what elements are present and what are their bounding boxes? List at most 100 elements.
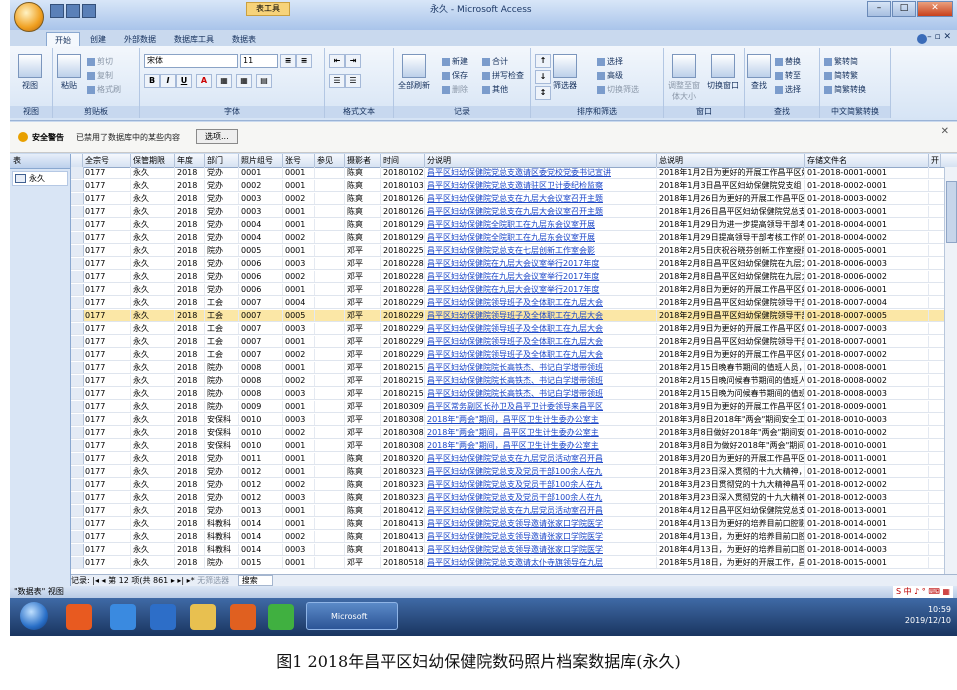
cell-group-no[interactable]: 0012	[239, 492, 283, 503]
cell-time[interactable]: 20180323	[381, 492, 425, 503]
cell-retention[interactable]: 永久	[131, 466, 175, 477]
cell-photo-no[interactable]: 0001	[283, 518, 315, 529]
taskbar-access-button[interactable]: Microsoft Acces...	[306, 602, 398, 630]
font-size-combo[interactable]: 11	[240, 54, 278, 68]
cell-fonds[interactable]: 0177	[83, 232, 131, 243]
search-field[interactable]: 搜索	[237, 575, 273, 586]
cell-overall-desc[interactable]: 2018年2月8日昌平区妇幼保健院在九层大	[657, 258, 805, 269]
table-row[interactable]: 0177 永久 2018 安保科 0010 0002 邓平 20180308 2018年"两会"…	[71, 427, 957, 439]
cell-dept[interactable]: 院办	[205, 401, 239, 412]
cell-filename[interactable]: 01-2018-0008-0002	[805, 375, 929, 386]
cell-photographer[interactable]: 陈爽	[345, 180, 381, 191]
cell-year[interactable]: 2018	[175, 193, 205, 204]
cell-group-no[interactable]: 0007	[239, 336, 283, 347]
cell-overall-desc[interactable]: 2018年3月20日为更好的开展工作昌平区妇	[657, 453, 805, 464]
cell-time[interactable]: 20180229	[381, 349, 425, 360]
cell-time[interactable]: 20180323	[381, 466, 425, 477]
cell-group-no[interactable]: 0008	[239, 375, 283, 386]
cell-year[interactable]: 2018	[175, 440, 205, 451]
cell-time[interactable]: 20180228	[381, 271, 425, 282]
close-button[interactable]: ✕	[917, 1, 953, 17]
clock-time[interactable]: 10:59	[905, 604, 951, 615]
cell-filename[interactable]: 01-2018-0007-0005	[805, 310, 929, 321]
cell-time[interactable]: 20180229	[381, 297, 425, 308]
cell-time[interactable]: 20180229	[381, 310, 425, 321]
cell-dept[interactable]: 党办	[205, 258, 239, 269]
cell-photo-no[interactable]: 0001	[283, 466, 315, 477]
cell-item-desc[interactable]: 昌平区妇幼保健院党总支邀请区委党校党委书记宣讲	[425, 167, 657, 178]
table-row[interactable]: 0177 永久 2018 党办 0004 0001 陈爽 20180129 昌平区妇幼保健院全院…	[71, 219, 957, 231]
cell-see-also[interactable]	[315, 440, 345, 451]
cell-overall-desc[interactable]: 2018年3月23日深入贯彻党的十九大精神	[657, 492, 805, 503]
cell-dept[interactable]: 院办	[205, 362, 239, 373]
cell-retention[interactable]: 永久	[131, 310, 175, 321]
cell-time[interactable]: 20180126	[381, 206, 425, 217]
cell-fonds[interactable]: 0177	[83, 349, 131, 360]
cell-item-desc[interactable]: 2018年"两会"期间，昌平区卫生计生委办公室主	[425, 414, 657, 425]
cell-item-desc[interactable]: 昌平区妇幼保健院领导班子及全体职工在九层大会	[425, 336, 657, 347]
refresh-all-button[interactable]: 全部刷新	[398, 54, 430, 91]
column-header-group-no[interactable]: 照片组号	[239, 154, 283, 167]
cell-fonds[interactable]: 0177	[83, 258, 131, 269]
switch-window-button[interactable]: 切换窗口	[704, 54, 742, 91]
cell-retention[interactable]: 永久	[131, 388, 175, 399]
cell-group-no[interactable]: 0005	[239, 245, 283, 256]
copy-button[interactable]: 复制	[87, 70, 113, 81]
toggle-filter-button[interactable]: 切换筛选	[597, 84, 639, 95]
cell-photo-no[interactable]: 0002	[283, 531, 315, 542]
cell-group-no[interactable]: 0015	[239, 557, 283, 568]
cell-group-no[interactable]: 0006	[239, 271, 283, 282]
clear-sort-button[interactable]: ↕	[535, 86, 551, 100]
cell-year[interactable]: 2018	[175, 544, 205, 555]
cell-retention[interactable]: 永久	[131, 375, 175, 386]
cell-time[interactable]: 20180308	[381, 414, 425, 425]
cell-photo-no[interactable]: 0004	[283, 297, 315, 308]
cell-filename[interactable]: 01-2018-0006-0003	[805, 258, 929, 269]
close-icon[interactable]: ✕	[941, 126, 949, 137]
table-row[interactable]: 0177 永久 2018 党办 0006 0003 邓平 20180228 昌平区妇幼保健院在九…	[71, 258, 957, 270]
cell-retention[interactable]: 永久	[131, 505, 175, 516]
cell-filename[interactable]: 01-2018-0013-0001	[805, 505, 929, 516]
cell-year[interactable]: 2018	[175, 505, 205, 516]
table-row[interactable]: 0177 永久 2018 科教科 0014 0003 陈爽 20180413 昌平区妇幼保健院党…	[71, 544, 957, 556]
help-icon[interactable]	[917, 34, 927, 44]
cell-item-desc[interactable]: 昌平区妇幼保健院党总支邀请驻区卫计委纪检监察	[425, 180, 657, 191]
column-header-photographer[interactable]: 摄影者	[345, 154, 381, 167]
find-button[interactable]: 查找	[747, 54, 771, 91]
cell-year[interactable]: 2018	[175, 284, 205, 295]
cell-overall-desc[interactable]: 2018年1月29日提高领导干部考核工作的科	[657, 232, 805, 243]
cell-overall-desc[interactable]: 2018年2月9日昌平区妇幼保健院领导干部	[657, 336, 805, 347]
cell-photo-no[interactable]: 0001	[283, 401, 315, 412]
numbering-button[interactable]: ☰	[345, 74, 361, 88]
indent-decrease-button[interactable]: ⇤	[329, 54, 345, 68]
cell-item-desc[interactable]: 昌平区妇幼保健院党总支在九层大会议室召开主题	[425, 206, 657, 217]
column-header-fonds[interactable]: 全宗号	[83, 154, 131, 167]
redo-icon[interactable]	[82, 4, 96, 18]
cell-year[interactable]: 2018	[175, 557, 205, 568]
cell-group-no[interactable]: 0004	[239, 232, 283, 243]
cell-time[interactable]: 20180126	[381, 193, 425, 204]
cell-overall-desc[interactable]: 2018年2月8日为更好的开展工作昌平区妇	[657, 284, 805, 295]
cell-retention[interactable]: 永久	[131, 440, 175, 451]
cell-retention[interactable]: 永久	[131, 453, 175, 464]
minimize-button[interactable]: –	[867, 1, 891, 17]
cell-filename[interactable]: 01-2018-0014-0002	[805, 531, 929, 542]
indent-increase-button[interactable]: ⇥	[345, 54, 361, 68]
cell-overall-desc[interactable]: 2018年4月13日，为更好的培养目前口腔、	[657, 531, 805, 542]
cell-photographer[interactable]: 陈爽	[345, 505, 381, 516]
cell-see-also[interactable]	[315, 232, 345, 243]
cell-photo-no[interactable]: 0003	[283, 414, 315, 425]
cell-group-no[interactable]: 0010	[239, 414, 283, 425]
cell-photo-no[interactable]: 0001	[283, 180, 315, 191]
cell-year[interactable]: 2018	[175, 206, 205, 217]
cell-item-desc[interactable]: 昌平区妇幼保健院党总支及党员干部100余人在九	[425, 479, 657, 490]
cell-filename[interactable]: 01-2018-0007-0001	[805, 336, 929, 347]
cell-year[interactable]: 2018	[175, 492, 205, 503]
cell-dept[interactable]: 党办	[205, 232, 239, 243]
cell-item-desc[interactable]: 昌平区妇幼保健院党总支及党员干部100余人在九	[425, 492, 657, 503]
cell-retention[interactable]: 永久	[131, 518, 175, 529]
cell-overall-desc[interactable]: 2018年1月2日为更好的开展工作昌平区妇	[657, 167, 805, 178]
cell-photo-no[interactable]: 0001	[283, 206, 315, 217]
cell-photographer[interactable]: 邓平	[345, 557, 381, 568]
bullets-button[interactable]: ☰	[329, 74, 345, 88]
